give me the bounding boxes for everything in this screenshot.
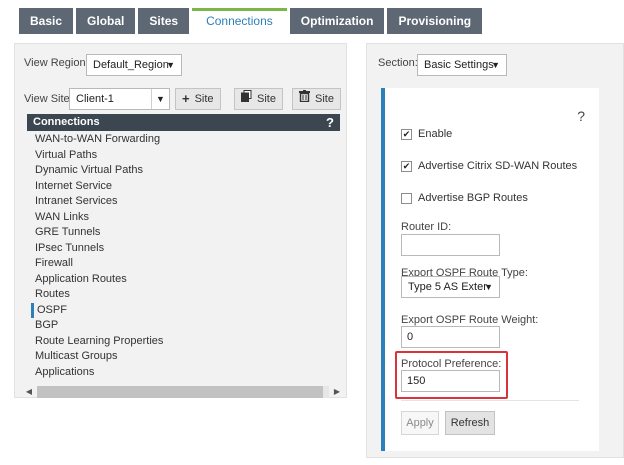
connections-list-header: Connections ? (27, 114, 340, 131)
nav-item-ospf[interactable]: OSPF (31, 302, 325, 318)
tab-provisioning[interactable]: Provisioning (387, 8, 483, 34)
view-site-combobox[interactable]: Client-1 ▼ (69, 88, 170, 110)
nav-item-wan-to-wan-forwarding[interactable]: WAN-to-WAN Forwarding (35, 132, 325, 148)
tab-connections[interactable]: Connections (192, 8, 287, 40)
nav-item-firewall[interactable]: Firewall (35, 256, 325, 272)
refresh-button[interactable]: Refresh (445, 411, 495, 435)
connections-nav-list: WAN-to-WAN Forwarding Virtual Paths Dynami… (31, 132, 325, 381)
nav-item-wan-links[interactable]: WAN Links (35, 210, 325, 226)
tab-optimization[interactable]: Optimization (289, 8, 385, 34)
route-weight-input[interactable]: 0 (401, 326, 500, 348)
protocol-preference-input[interactable]: 150 (401, 370, 500, 392)
help-icon[interactable]: ? (577, 108, 585, 124)
nav-item-bgp[interactable]: BGP (35, 318, 325, 334)
advertise-bgp-checkbox-row[interactable]: Advertise BGP Routes (401, 192, 528, 204)
horizontal-scrollbar[interactable]: ◀ ▶ (23, 385, 343, 399)
tab-basic[interactable]: Basic (19, 8, 74, 34)
route-type-select[interactable]: Type 5 AS Exter ▼ (401, 276, 500, 298)
nav-item-application-routes[interactable]: Application Routes (35, 272, 325, 288)
enable-label: Enable (418, 128, 453, 140)
route-weight-label: Export OSPF Route Weight: (401, 314, 539, 326)
help-icon[interactable]: ? (326, 114, 334, 131)
nav-item-gre-tunnels[interactable]: GRE Tunnels (35, 225, 325, 241)
nav-item-routes[interactable]: Routes (35, 287, 325, 303)
advertise-sdwan-label: Advertise Citrix SD-WAN Routes (418, 160, 578, 172)
scroll-right-icon[interactable]: ▶ (331, 385, 343, 399)
basic-settings-card: ? ✔ Enable ✔ Advertise Citrix SD-WAN Rou… (381, 88, 599, 451)
scroll-track[interactable] (37, 386, 329, 398)
nav-item-applications[interactable]: Applications (35, 365, 325, 381)
ospf-settings-panel: Section: Basic Settings ▼ ? ✔ Enable ✔ A… (366, 43, 624, 458)
advertise-sdwan-checkbox-row[interactable]: ✔ Advertise Citrix SD-WAN Routes (401, 160, 577, 172)
route-type-value: Type 5 AS Exter (408, 281, 487, 293)
connections-tree-panel: View Region: Default_Region ▼ View Site:… (14, 43, 347, 398)
divider (401, 400, 579, 401)
nav-item-internet-service[interactable]: Internet Service (35, 179, 325, 195)
router-id-input[interactable] (401, 234, 500, 256)
apply-button[interactable]: Apply (401, 411, 439, 435)
list-header-title: Connections (33, 116, 100, 128)
nav-item-dynamic-virtual-paths[interactable]: Dynamic Virtual Paths (35, 163, 325, 179)
section-value: Basic Settings (424, 59, 494, 71)
nav-item-ipsec-tunnels[interactable]: IPsec Tunnels (35, 241, 325, 257)
advertise-bgp-label: Advertise BGP Routes (418, 192, 528, 204)
main-tabs: Basic Global Sites Connections Optimizat… (19, 8, 483, 40)
nav-item-route-learning-properties[interactable]: Route Learning Properties (35, 334, 325, 350)
enable-checkbox-row[interactable]: ✔ Enable (401, 128, 452, 140)
dropdown-arrow-icon[interactable]: ▼ (151, 89, 169, 109)
delete-site-label: Site (315, 93, 334, 105)
scroll-thumb[interactable] (37, 386, 323, 398)
view-region-label: View Region: (24, 57, 89, 69)
advertise-sdwan-checkbox[interactable]: ✔ (401, 160, 412, 172)
add-site-label: Site (194, 93, 214, 105)
add-site-button[interactable]: + Site (175, 88, 221, 110)
tab-sites[interactable]: Sites (138, 8, 190, 34)
view-site-value: Client-1 (76, 93, 114, 105)
nav-item-virtual-paths[interactable]: Virtual Paths (35, 148, 325, 164)
section-label: Section: (378, 57, 418, 69)
clone-site-button[interactable]: Site (234, 88, 283, 110)
copy-icon (241, 89, 252, 109)
plus-icon: + (182, 91, 190, 106)
delete-site-button[interactable]: Site (292, 88, 341, 110)
view-region-value: Default_Region (93, 59, 169, 71)
clone-site-label: Site (257, 93, 276, 105)
enable-checkbox[interactable]: ✔ (401, 128, 412, 140)
dropdown-arrow-icon: ▼ (166, 60, 175, 70)
tab-global[interactable]: Global (76, 8, 136, 34)
dropdown-arrow-icon: ▼ (491, 60, 500, 70)
scroll-left-icon[interactable]: ◀ (23, 385, 35, 399)
nav-item-multicast-groups[interactable]: Multicast Groups (35, 349, 325, 365)
router-id-label: Router ID: (401, 221, 452, 233)
trash-icon (299, 89, 310, 109)
view-region-select[interactable]: Default_Region ▼ (86, 54, 182, 76)
nav-item-intranet-services[interactable]: Intranet Services (35, 194, 325, 210)
section-select[interactable]: Basic Settings ▼ (417, 54, 507, 76)
dropdown-arrow-icon: ▼ (484, 282, 493, 292)
view-site-label: View Site: (24, 93, 73, 105)
advertise-bgp-checkbox[interactable] (401, 192, 412, 204)
protocol-preference-label: Protocol Preference: (401, 358, 502, 370)
